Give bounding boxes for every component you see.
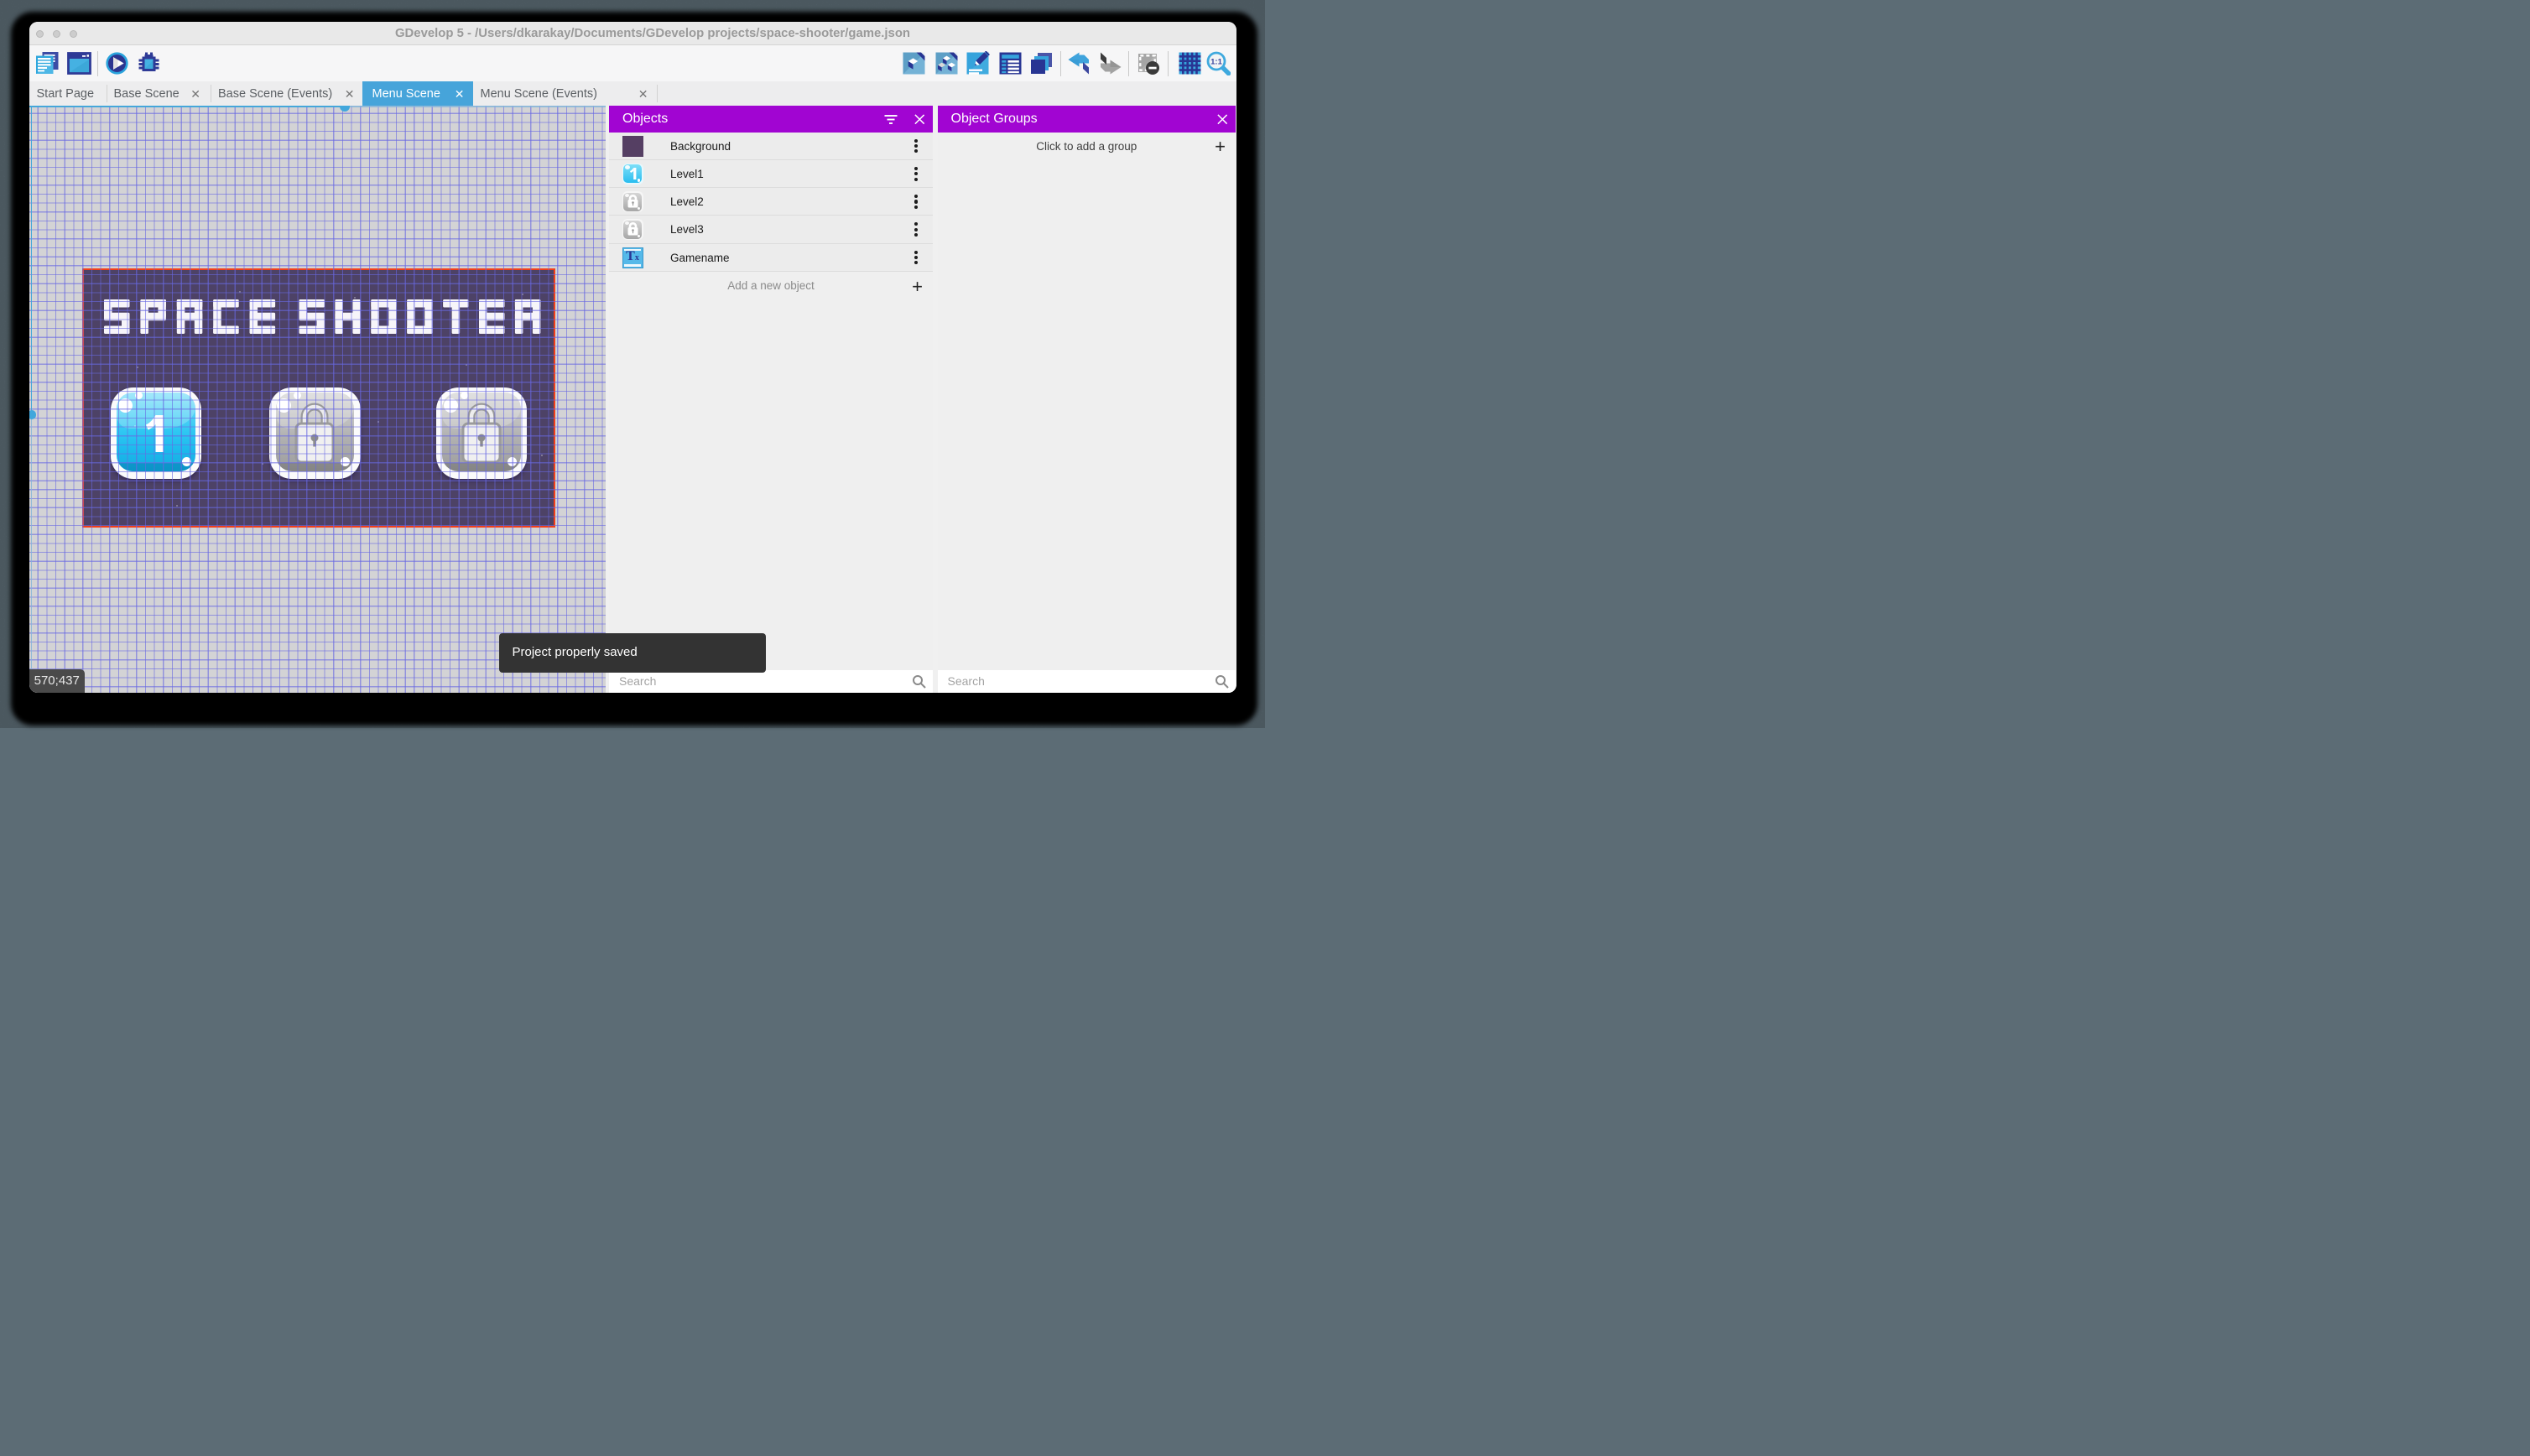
svg-text:1:1: 1:1: [1210, 57, 1222, 66]
